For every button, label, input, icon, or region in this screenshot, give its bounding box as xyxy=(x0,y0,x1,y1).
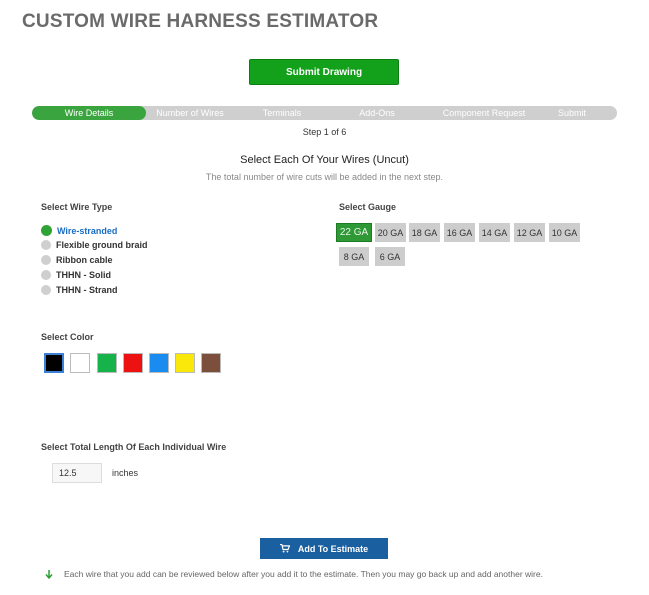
step-component-request[interactable]: Component Request xyxy=(424,106,544,120)
add-to-estimate-label: Add To Estimate xyxy=(297,543,369,554)
radio-icon xyxy=(41,255,51,265)
section-subtitle: The total number of wire cuts will be ad… xyxy=(205,172,444,182)
color-swatch-brown[interactable] xyxy=(201,353,221,373)
color-swatch-blue[interactable] xyxy=(149,353,169,373)
info-note-text: Each wire that you add can be reviewed b… xyxy=(64,569,543,579)
color-swatch-red[interactable] xyxy=(123,353,143,373)
color-swatch-white[interactable] xyxy=(70,353,90,373)
radio-icon xyxy=(41,285,51,295)
color-swatch-yellow[interactable] xyxy=(175,353,195,373)
submit-drawing-button[interactable]: Submit Drawing xyxy=(249,59,399,85)
wire-type-option-label: THHN - Strand xyxy=(56,285,118,295)
gauge-6[interactable]: 6 GA xyxy=(375,247,405,266)
step-terminals[interactable]: Terminals xyxy=(234,106,330,120)
progress-bar: Wire Details Number of Wires Terminals A… xyxy=(32,106,617,120)
radio-icon xyxy=(41,240,51,250)
wire-type-option-label: Ribbon cable xyxy=(56,255,113,265)
wire-type-option-flexible-ground-braid[interactable]: Flexible ground braid xyxy=(41,240,148,250)
gauge-8[interactable]: 8 GA xyxy=(339,247,369,266)
wire-type-option-label: Flexible ground braid xyxy=(56,240,148,250)
step-wire-details[interactable]: Wire Details xyxy=(32,106,146,120)
section-title: Select Each Of Your Wires (Uncut) xyxy=(240,154,409,166)
add-to-estimate-button[interactable]: Add To Estimate xyxy=(260,538,388,559)
gauge-22[interactable]: 22 GA xyxy=(336,223,372,242)
radio-icon xyxy=(41,270,51,280)
page-title: CUSTOM WIRE HARNESS ESTIMATOR xyxy=(22,11,379,32)
color-label: Select Color xyxy=(41,332,94,342)
wire-type-label: Select Wire Type xyxy=(41,202,113,212)
length-unit: inches xyxy=(112,468,139,478)
length-input[interactable] xyxy=(52,463,102,483)
gauge-12[interactable]: 12 GA xyxy=(514,223,545,242)
gauge-16[interactable]: 16 GA xyxy=(444,223,475,242)
color-swatch-green[interactable] xyxy=(97,353,117,373)
step-submit[interactable]: Submit xyxy=(544,106,600,120)
gauge-label: Select Gauge xyxy=(339,202,397,212)
wire-type-option-wire-stranded[interactable]: Wire-stranded xyxy=(41,225,117,236)
step-number-of-wires[interactable]: Number of Wires xyxy=(146,106,234,120)
gauge-14[interactable]: 14 GA xyxy=(479,223,510,242)
wire-type-option-thhn-strand[interactable]: THHN - Strand xyxy=(41,285,118,295)
radio-selected-icon xyxy=(41,225,52,236)
wire-type-option-label: Wire-stranded xyxy=(57,225,118,236)
arrow-down-icon xyxy=(45,569,53,579)
step-counter: Step 1 of 6 xyxy=(302,127,347,137)
gauge-10[interactable]: 10 GA xyxy=(549,223,580,242)
wire-type-option-ribbon-cable[interactable]: Ribbon cable xyxy=(41,255,113,265)
color-swatch-black[interactable] xyxy=(44,353,64,373)
step-add-ons[interactable]: Add-Ons xyxy=(330,106,424,120)
cart-icon xyxy=(279,544,290,553)
gauge-18[interactable]: 18 GA xyxy=(409,223,440,242)
length-label: Select Total Length Of Each Individual W… xyxy=(41,442,227,452)
gauge-20[interactable]: 20 GA xyxy=(375,223,406,242)
wire-type-option-thhn-solid[interactable]: THHN - Solid xyxy=(41,270,111,280)
info-note: Each wire that you add can be reviewed b… xyxy=(45,569,543,579)
wire-type-option-label: THHN - Solid xyxy=(56,270,111,280)
